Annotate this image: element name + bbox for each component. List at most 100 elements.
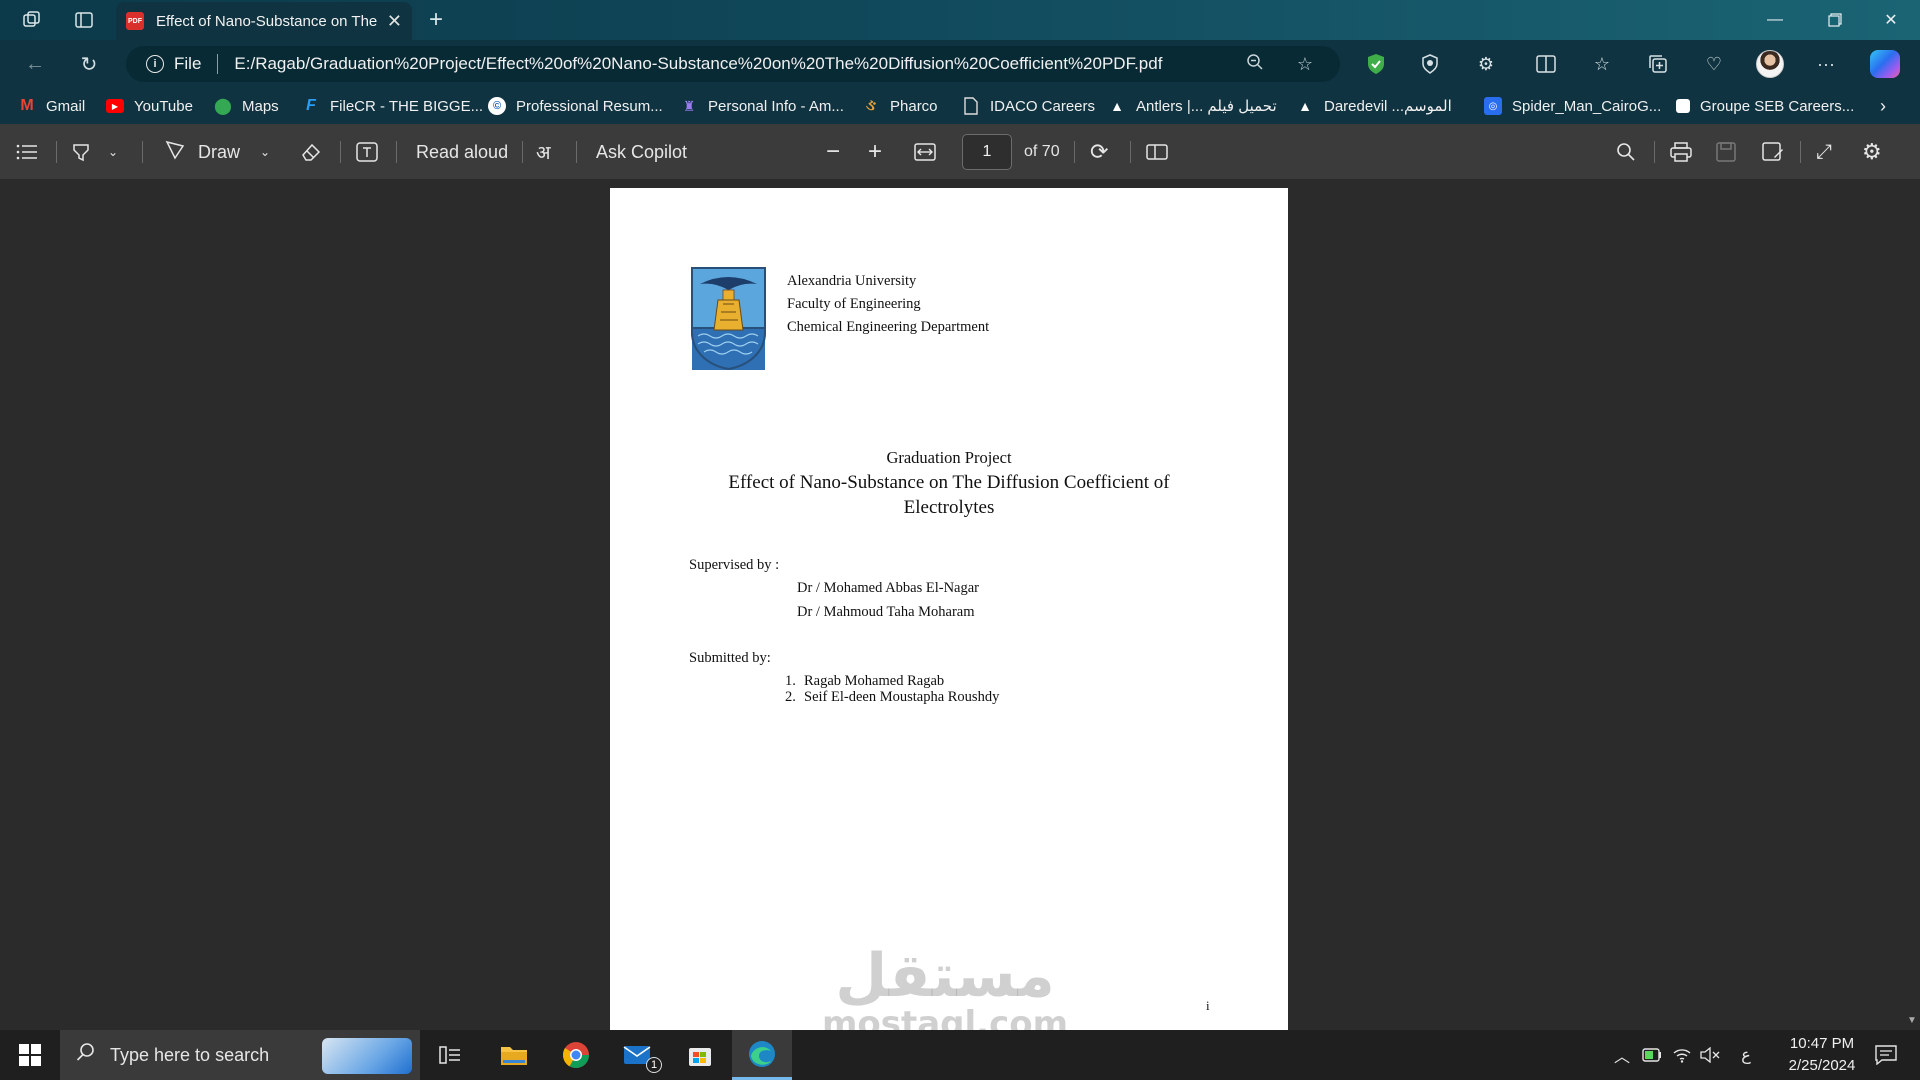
save-as-icon[interactable] [1762, 124, 1784, 180]
supervised-by-label: Supervised by : [689, 557, 780, 573]
back-button[interactable]: ← [20, 50, 50, 78]
extensions-icon[interactable]: ⚙ [1472, 51, 1500, 77]
bookmark-spider-man[interactable]: ◎ Spider_Man_CairoG... [1484, 94, 1661, 118]
bookmarks-overflow-chevron-icon[interactable]: › [1880, 94, 1886, 118]
fit-to-width-icon[interactable] [914, 124, 936, 180]
taskbar-search-box[interactable]: Type here to search [60, 1030, 420, 1080]
draw-button[interactable]: Draw [164, 124, 240, 180]
shield-extension-icon[interactable] [1362, 51, 1390, 77]
daredevil-icon: ▲ [1298, 98, 1312, 114]
system-clock[interactable]: 10:47 PM 2/25/2024 [1766, 1033, 1878, 1077]
bookmark-label: FileCR - THE BIGGE... [330, 97, 484, 115]
restore-button[interactable] [1812, 0, 1858, 40]
battery-icon[interactable] [1640, 1044, 1664, 1066]
edge-browser-icon[interactable] [732, 1030, 792, 1080]
chrome-icon[interactable] [546, 1030, 606, 1080]
file-explorer-icon[interactable] [484, 1030, 544, 1080]
toolbar-divider [1130, 141, 1131, 163]
youtube-icon: ▶ [106, 99, 124, 113]
new-tab-button[interactable]: + [422, 6, 450, 33]
favorite-star-icon[interactable]: ☆ [1290, 54, 1320, 75]
eraser-icon[interactable] [300, 124, 322, 180]
page-view-icon[interactable] [1146, 124, 1168, 180]
vertical-scrollbar[interactable]: ▲ ▼ [1904, 181, 1920, 1030]
site-info-icon[interactable]: i [146, 55, 164, 73]
print-icon[interactable] [1670, 124, 1692, 180]
notification-center-icon[interactable] [1868, 1044, 1904, 1066]
save-icon[interactable] [1716, 124, 1736, 180]
pdf-viewer[interactable]: Alexandria University Faculty of Enginee… [0, 181, 1920, 1030]
draw-pen-icon [164, 139, 186, 166]
bookmark-idaco-careers[interactable]: IDACO Careers [962, 94, 1095, 118]
volume-muted-icon[interactable] [1698, 1044, 1722, 1066]
mail-icon[interactable]: 1 [608, 1030, 668, 1080]
groupe-seb-icon [1676, 99, 1690, 113]
address-bar[interactable]: i File E:/Ragab/Graduation%20Project/Eff… [126, 46, 1340, 82]
show-hidden-icons-chevron-up-icon[interactable]: ︿ [1610, 1044, 1634, 1066]
find-search-icon[interactable] [1616, 124, 1636, 180]
zoom-out-button[interactable]: − [826, 124, 840, 180]
microsoft-store-icon[interactable] [670, 1030, 730, 1080]
pharco-icon: ઙ [865, 97, 877, 114]
scroll-down-arrow-icon[interactable]: ▼ [1906, 1015, 1918, 1026]
zoom-out-icon[interactable] [1240, 53, 1270, 76]
tab-active-pdf[interactable]: PDF Effect of Nano-Substance on The Diff… [116, 2, 412, 40]
browser-essentials-icon[interactable]: ♡ [1700, 51, 1728, 77]
ask-copilot-button[interactable]: Ask Copilot [596, 124, 687, 180]
bookmark-daredevil[interactable]: ▲ Daredevil ...الموسم [1296, 94, 1452, 118]
filecr-icon: F [306, 97, 316, 114]
favorites-icon[interactable]: ☆ [1588, 51, 1616, 77]
close-window-button[interactable]: ✕ [1868, 0, 1914, 40]
collections-icon[interactable] [1644, 51, 1672, 77]
student-name: Ragab Mohamed Ragab [804, 673, 945, 689]
bookmark-professional-resume[interactable]: © Professional Resum... [488, 94, 663, 118]
bookmark-label: Groupe SEB Careers... [1700, 97, 1855, 115]
clock-date: 2/25/2024 [1788, 1057, 1856, 1074]
profile-avatar[interactable] [1756, 50, 1784, 78]
highlight-icon[interactable] [70, 124, 92, 180]
rotate-icon[interactable]: ⟳ [1090, 124, 1108, 180]
add-text-icon[interactable] [356, 124, 378, 180]
bookmark-antlers[interactable]: ▲ Antlers |... تحميل فيلم [1108, 94, 1277, 118]
document-title-line1: Effect of Nano-Substance on The Diffusio… [728, 472, 1170, 493]
privacy-badger-icon[interactable] [1416, 51, 1444, 77]
draw-options-chevron-down-icon[interactable]: ⌄ [260, 124, 270, 180]
bookmark-groupe-seb[interactable]: Groupe SEB Careers... [1676, 94, 1854, 118]
more-menu-icon[interactable]: ··· [1812, 51, 1840, 77]
minimize-button[interactable]: — [1752, 0, 1798, 40]
page-number-input[interactable]: 1 [962, 134, 1012, 170]
task-view-icon[interactable] [420, 1030, 480, 1080]
pdf-settings-gear-icon[interactable]: ⚙ [1862, 124, 1882, 180]
copilot-icon[interactable] [1870, 50, 1900, 78]
table-of-contents-icon[interactable] [16, 124, 38, 180]
bookmark-youtube[interactable]: ▶ YouTube [106, 94, 193, 118]
tab-actions-icon[interactable] [70, 8, 98, 32]
student-number: 1. [785, 673, 796, 689]
translate-icon[interactable]: अ [536, 124, 551, 180]
personal-info-icon: ♜ [682, 97, 696, 114]
workspaces-icon[interactable] [18, 8, 46, 32]
bookmark-pharco[interactable]: ઙ Pharco [862, 94, 938, 118]
bookmark-maps[interactable]: ⬤ Maps [214, 94, 279, 118]
wifi-icon[interactable] [1670, 1044, 1694, 1066]
windows-logo-icon [19, 1044, 41, 1066]
bookmark-personal-info[interactable]: ♜ Personal Info - Am... [680, 94, 844, 118]
fullscreen-expand-icon[interactable]: ⤢ [1816, 124, 1832, 180]
input-language-indicator[interactable]: ع [1734, 1044, 1758, 1066]
pdf-page: Alexandria University Faculty of Enginee… [610, 188, 1288, 1030]
bookmark-gmail[interactable]: M Gmail [18, 94, 85, 118]
refresh-button[interactable]: ↻ [74, 50, 104, 78]
draw-label: Draw [198, 141, 241, 162]
bookmark-label: Personal Info - Am... [708, 97, 844, 115]
resume-icon: © [488, 97, 506, 115]
zoom-in-button[interactable]: + [868, 124, 882, 180]
address-url[interactable]: E:/Ragab/Graduation%20Project/Effect%20o… [234, 54, 1240, 74]
close-tab-icon[interactable]: ✕ [387, 11, 402, 32]
read-aloud-button[interactable]: Read aloud [416, 124, 508, 180]
highlight-options-chevron-down-icon[interactable]: ⌄ [108, 124, 118, 180]
bookmark-filecr[interactable]: F FileCR - THE BIGGE... [302, 94, 483, 118]
toolbar-divider [142, 141, 143, 163]
start-button[interactable] [0, 1030, 60, 1080]
split-screen-icon[interactable] [1532, 51, 1560, 77]
navigation-bar: ← ↻ i File E:/Ragab/Graduation%20Project… [0, 40, 1920, 88]
